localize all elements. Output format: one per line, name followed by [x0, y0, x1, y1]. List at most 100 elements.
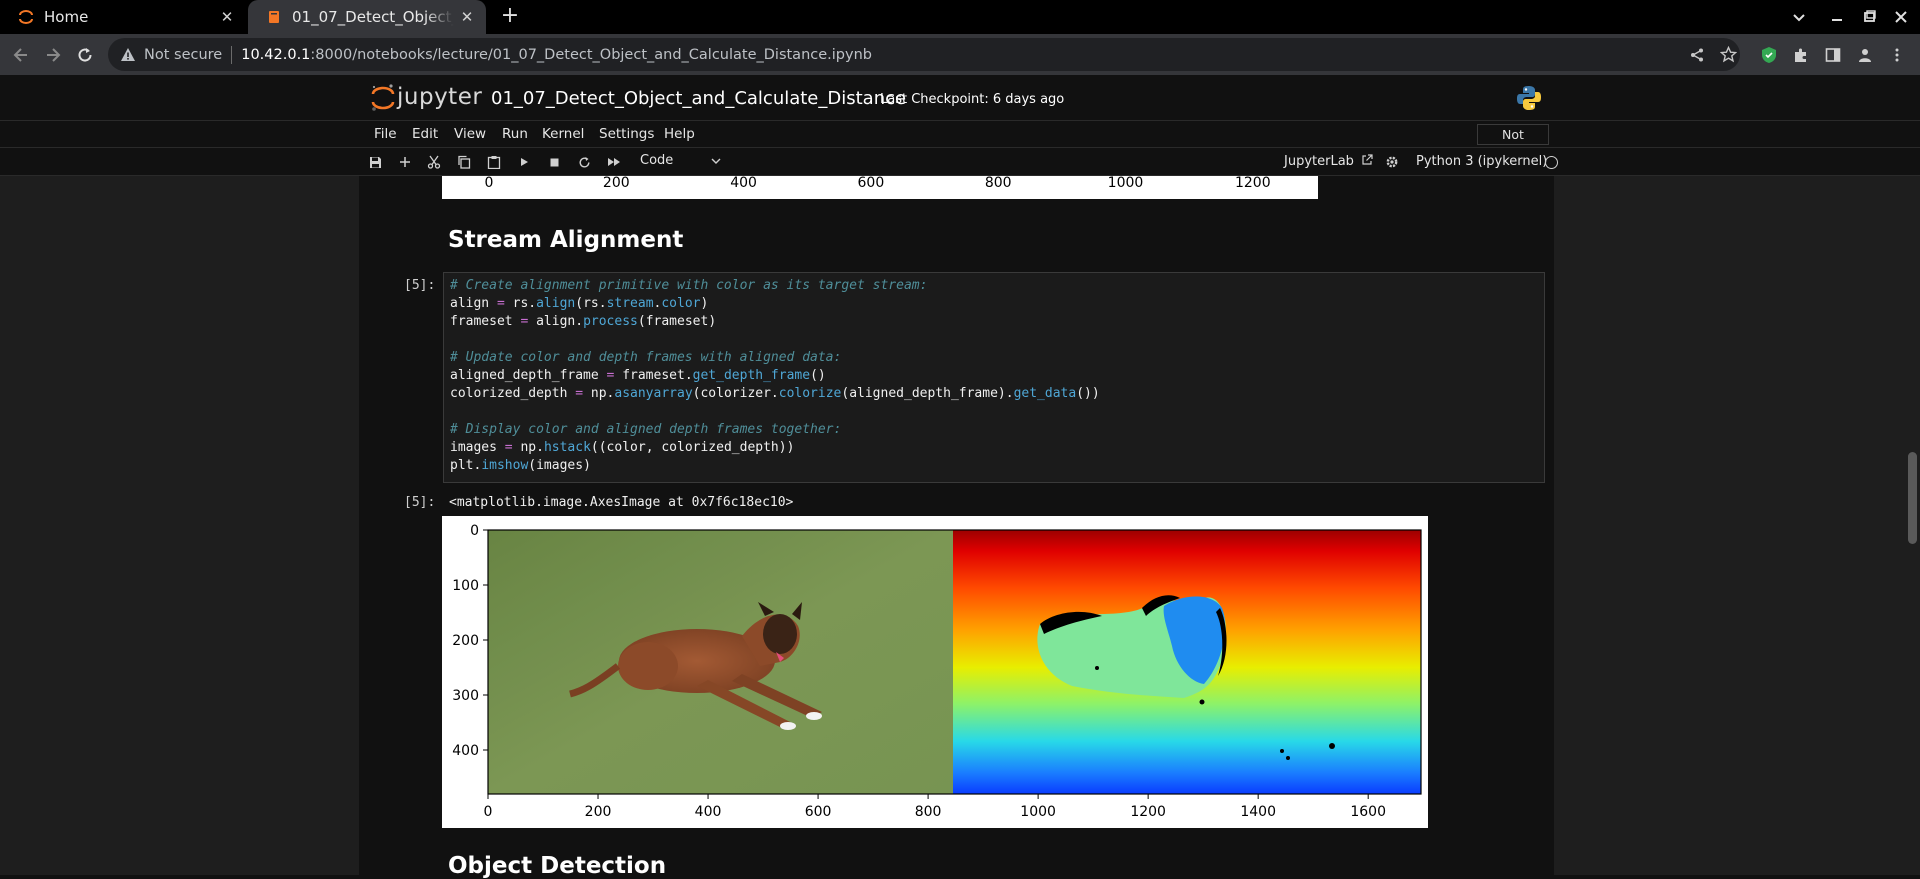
copy-icon[interactable] — [455, 153, 473, 171]
menu-view[interactable]: View — [454, 126, 486, 142]
code-line: plt.imshow(images) — [450, 458, 591, 473]
security-label[interactable]: Not secure — [144, 47, 222, 63]
paste-icon[interactable] — [485, 153, 503, 171]
trust-status-badge[interactable]: Not Trusted — [1477, 124, 1549, 161]
shield-extension-icon[interactable] — [1756, 42, 1782, 68]
code-line: aligned_depth_frame = frameset.get_depth… — [450, 368, 826, 383]
notebook-title[interactable]: 01_07_Detect_Object_and_Calculate_Distan… — [491, 88, 906, 109]
previous-x-tick-label: 0 — [484, 175, 494, 191]
tab-title: 01_07_Detect_Object_and_Calculate_Distan… — [292, 8, 454, 26]
code-line: images = np.hstack((color, colorized_dep… — [450, 440, 795, 455]
browser-tab-strip: Home ✕ 01_07_Detect_Object_and_Calculate… — [0, 0, 1920, 34]
menu-settings[interactable]: Settings — [599, 126, 654, 142]
menu-edit[interactable]: Edit — [412, 126, 438, 142]
x-tick-label: 1200 — [1130, 804, 1166, 820]
last-checkpoint: Last Checkpoint: 6 days ago — [880, 92, 1065, 107]
minimize-icon[interactable] — [1820, 0, 1854, 34]
external-link-icon — [1362, 154, 1373, 165]
address-bar[interactable]: Not secure 10.42.0.1:8000/notebooks/lect… — [108, 38, 1740, 71]
back-arrow-icon[interactable] — [8, 42, 34, 68]
jupyter-wordmark[interactable]: jupyter — [397, 84, 482, 110]
jupyter-logo-icon[interactable] — [370, 83, 396, 113]
next-section-heading: Object Detection — [448, 853, 667, 879]
kernel-name[interactable]: Python 3 (ipykernel) — [1416, 154, 1547, 169]
previous-x-tick-label: 1200 — [1234, 175, 1271, 191]
y-axis-ticks: 0 100 200 300 400 — [452, 523, 488, 759]
jupyter-header: jupyter 01_07_Detect_Object_and_Calculat… — [0, 75, 1920, 121]
fast-forward-icon[interactable] — [605, 153, 623, 171]
x-tick-label: 1600 — [1350, 804, 1386, 820]
stop-icon[interactable] — [545, 153, 563, 171]
warning-icon[interactable] — [120, 47, 136, 63]
add-cell-icon[interactable] — [396, 153, 414, 171]
x-tick-label: 1400 — [1240, 804, 1276, 820]
chevron-down-icon[interactable] — [710, 155, 722, 167]
y-tick-label: 0 — [470, 523, 479, 539]
save-icon[interactable] — [366, 153, 384, 171]
code-line: # Create alignment primitive with color … — [450, 278, 928, 293]
jupyterlab-label: JupyterLab — [1284, 154, 1354, 169]
y-tick-label: 100 — [452, 578, 479, 594]
menu-kernel[interactable]: Kernel — [542, 126, 584, 142]
menu-help[interactable]: Help — [664, 126, 695, 142]
output-prompt: [5]: — [404, 495, 436, 510]
output-text: <matplotlib.image.AxesImage at 0x7f6c18e… — [449, 495, 794, 510]
y-tick-label: 400 — [452, 743, 479, 759]
x-tick-label: 200 — [585, 804, 612, 820]
x-axis-ticks: 0 200 400 600 800 1000 1200 1400 1600 — [484, 794, 1386, 820]
new-tab-button[interactable]: + — [498, 5, 522, 29]
jupyter-menubar: File Edit View Run Kernel Settings Help … — [0, 121, 1920, 161]
tab-notebook[interactable]: 01_07_Detect_Object_and_Calculate_Distan… — [248, 0, 486, 34]
share-icon[interactable] — [1683, 38, 1711, 71]
forward-arrow-icon[interactable] — [40, 42, 66, 68]
previous-x-tick-label: 1000 — [1107, 175, 1144, 191]
x-tick-label: 400 — [695, 804, 722, 820]
tab-close-icon[interactable]: ✕ — [454, 8, 480, 26]
notebook-toolbar: Code JupyterLab Python 3 (ipykernel) — [0, 148, 1920, 176]
section-heading: Stream Alignment — [448, 227, 684, 253]
x-tick-label: 0 — [484, 804, 493, 820]
restart-icon[interactable] — [575, 153, 593, 171]
previous-x-tick-label: 800 — [984, 175, 1012, 191]
menu-file[interactable]: File — [374, 126, 397, 142]
x-tick-label: 1000 — [1020, 804, 1056, 820]
jupyter-favicon-icon — [19, 10, 33, 24]
menu-run[interactable]: Run — [502, 126, 528, 142]
sidebar-icon[interactable] — [1820, 42, 1846, 68]
close-window-icon[interactable] — [1884, 0, 1918, 34]
run-icon[interactable] — [515, 153, 533, 171]
gear-icon[interactable] — [1383, 153, 1401, 171]
scrollbar-thumb[interactable] — [1908, 452, 1917, 544]
previous-x-tick-label: 200 — [602, 175, 630, 191]
tab-close-icon[interactable]: ✕ — [214, 8, 240, 26]
cell-type-select[interactable]: Code — [640, 153, 673, 168]
address-separator — [231, 45, 233, 64]
imshow-output: 0 200 400 600 800 1000 1200 1400 1600 0 100 200 300… — [442, 516, 1428, 828]
star-icon[interactable] — [1714, 38, 1742, 71]
reload-icon[interactable] — [72, 42, 98, 68]
imshow-figure: 0 200 400 600 800 1000 1200 1400 1600 0 100 200 300… — [452, 523, 1422, 820]
code-line: # Update color and depth frames with ali… — [450, 350, 842, 365]
code-line: colorized_depth = np.asanyarray(colorize… — [450, 386, 1100, 401]
y-tick-label: 200 — [452, 633, 479, 649]
url-host: 10.42.0.1 — [241, 46, 311, 63]
tab-search-chevron-icon[interactable] — [1782, 0, 1816, 34]
code-line: # Display color and aligned depth frames… — [450, 422, 842, 437]
code-cell[interactable]: # Create alignment primitive with color … — [443, 272, 1545, 483]
tab-title: Home — [44, 8, 89, 26]
code-line: frameset = align.process(frameset) — [450, 314, 717, 329]
browser-toolbar: Not secure 10.42.0.1:8000/notebooks/lect… — [0, 34, 1920, 75]
input-prompt: [5]: — [404, 278, 436, 293]
jupyterlab-link[interactable]: JupyterLab — [1284, 154, 1373, 169]
y-tick-label: 300 — [452, 688, 479, 704]
cut-icon[interactable] — [425, 153, 443, 171]
kebab-menu-icon[interactable] — [1884, 42, 1910, 68]
tab-home[interactable]: Home ✕ — [0, 0, 246, 34]
maximize-icon[interactable] — [1852, 0, 1886, 34]
code-line: align = rs.align(rs.stream.color) — [450, 296, 709, 311]
previous-x-tick-label: 600 — [857, 175, 885, 191]
kernel-idle-icon — [1545, 156, 1558, 169]
puzzle-icon[interactable] — [1788, 42, 1814, 68]
notebook-favicon-icon — [269, 11, 279, 23]
profile-icon[interactable] — [1852, 42, 1878, 68]
